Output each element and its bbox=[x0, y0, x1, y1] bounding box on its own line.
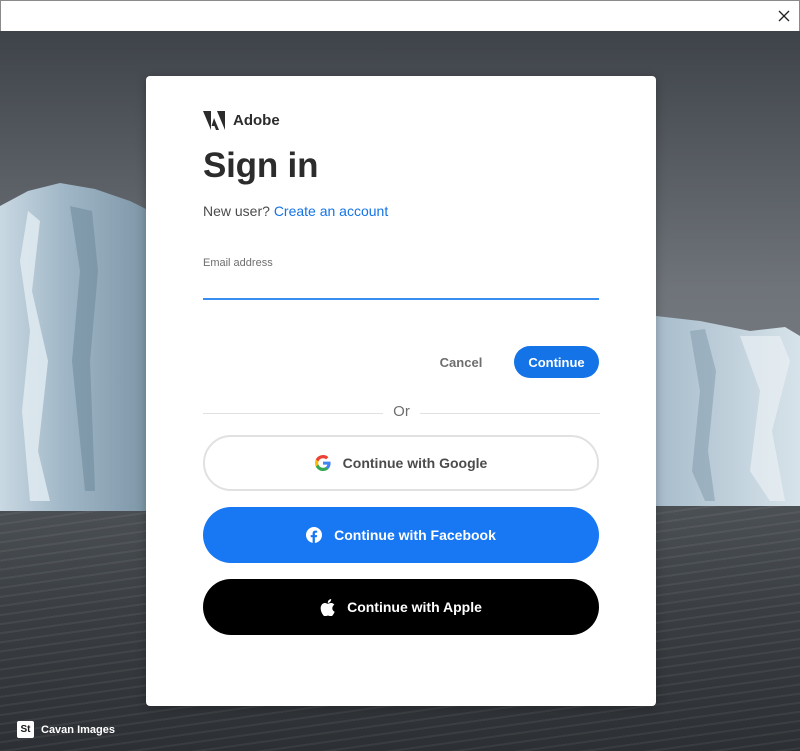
facebook-icon bbox=[306, 527, 323, 543]
apple-label: Continue with Apple bbox=[347, 599, 482, 615]
photo-credit: St Cavan Images bbox=[17, 721, 115, 738]
email-field[interactable] bbox=[203, 276, 599, 300]
continue-with-apple-button[interactable]: Continue with Apple bbox=[203, 579, 599, 635]
create-account-link[interactable]: Create an account bbox=[274, 203, 388, 219]
google-icon bbox=[314, 455, 331, 471]
continue-with-facebook-button[interactable]: Continue with Facebook bbox=[203, 507, 599, 563]
divider-text: Or bbox=[393, 403, 410, 420]
window-titlebar bbox=[0, 0, 800, 31]
email-label: Email address bbox=[203, 257, 273, 269]
new-user-text: New user? bbox=[203, 203, 270, 219]
signin-dialog: Adobe Sign in New user? Create an accoun… bbox=[146, 76, 656, 706]
or-divider: Or bbox=[203, 402, 600, 424]
brand-name: Adobe bbox=[233, 112, 280, 129]
window-close-button[interactable] bbox=[775, 7, 793, 25]
apple-icon bbox=[320, 598, 335, 616]
cancel-button[interactable]: Cancel bbox=[426, 346, 496, 378]
continue-with-google-button[interactable]: Continue with Google bbox=[203, 435, 599, 491]
close-icon bbox=[778, 10, 790, 22]
adobe-logo-icon bbox=[203, 111, 225, 130]
google-label: Continue with Google bbox=[342, 455, 488, 471]
continue-button[interactable]: Continue bbox=[514, 346, 599, 378]
new-user-prompt: New user? Create an account bbox=[203, 203, 388, 219]
adobe-brand: Adobe bbox=[203, 111, 280, 130]
credit-name[interactable]: Cavan Images bbox=[41, 724, 115, 736]
page-title: Sign in bbox=[203, 146, 319, 185]
facebook-label: Continue with Facebook bbox=[334, 527, 496, 543]
adobe-stock-logo: St bbox=[17, 721, 34, 738]
